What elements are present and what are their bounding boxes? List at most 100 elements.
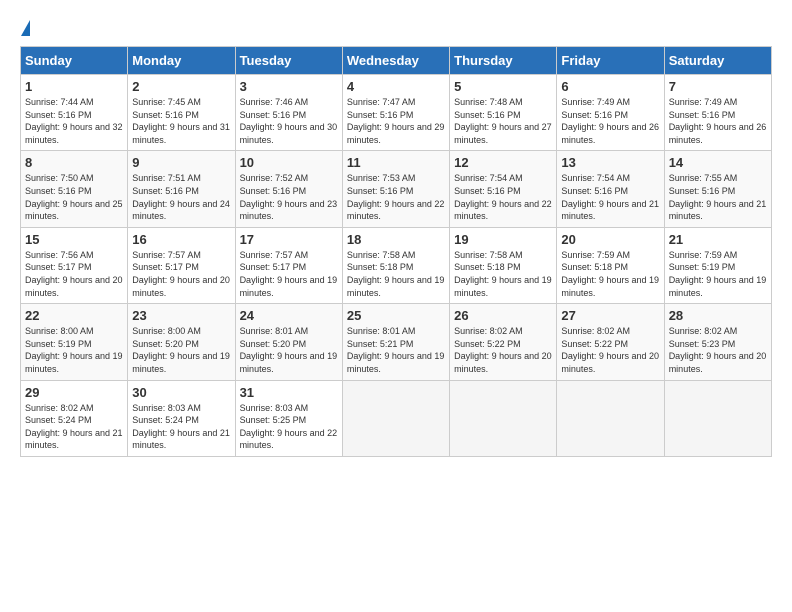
day-number: 15 — [25, 232, 123, 247]
day-number: 22 — [25, 308, 123, 323]
day-info: Sunrise: 8:03 AMSunset: 5:25 PMDaylight:… — [240, 403, 338, 451]
day-info: Sunrise: 7:59 AMSunset: 5:18 PMDaylight:… — [561, 250, 659, 298]
calendar-cell — [557, 380, 664, 456]
day-number: 27 — [561, 308, 659, 323]
calendar-cell: 4 Sunrise: 7:47 AMSunset: 5:16 PMDayligh… — [342, 75, 449, 151]
calendar-cell: 13 Sunrise: 7:54 AMSunset: 5:16 PMDaylig… — [557, 151, 664, 227]
calendar-cell: 6 Sunrise: 7:49 AMSunset: 5:16 PMDayligh… — [557, 75, 664, 151]
day-info: Sunrise: 8:02 AMSunset: 5:23 PMDaylight:… — [669, 326, 767, 374]
day-number: 29 — [25, 385, 123, 400]
calendar-week-5: 29 Sunrise: 8:02 AMSunset: 5:24 PMDaylig… — [21, 380, 772, 456]
day-number: 5 — [454, 79, 552, 94]
day-number: 28 — [669, 308, 767, 323]
day-number: 14 — [669, 155, 767, 170]
day-info: Sunrise: 7:49 AMSunset: 5:16 PMDaylight:… — [561, 97, 659, 145]
day-info: Sunrise: 7:54 AMSunset: 5:16 PMDaylight:… — [561, 173, 659, 221]
day-info: Sunrise: 7:57 AMSunset: 5:17 PMDaylight:… — [240, 250, 338, 298]
day-number: 11 — [347, 155, 445, 170]
calendar-cell — [450, 380, 557, 456]
day-number: 6 — [561, 79, 659, 94]
day-info: Sunrise: 7:56 AMSunset: 5:17 PMDaylight:… — [25, 250, 123, 298]
calendar-cell: 28 Sunrise: 8:02 AMSunset: 5:23 PMDaylig… — [664, 304, 771, 380]
page-header — [20, 20, 772, 36]
calendar-cell: 18 Sunrise: 7:58 AMSunset: 5:18 PMDaylig… — [342, 227, 449, 303]
day-info: Sunrise: 7:44 AMSunset: 5:16 PMDaylight:… — [25, 97, 123, 145]
calendar-cell — [342, 380, 449, 456]
day-number: 17 — [240, 232, 338, 247]
calendar-cell: 24 Sunrise: 8:01 AMSunset: 5:20 PMDaylig… — [235, 304, 342, 380]
day-info: Sunrise: 7:49 AMSunset: 5:16 PMDaylight:… — [669, 97, 767, 145]
calendar-week-2: 8 Sunrise: 7:50 AMSunset: 5:16 PMDayligh… — [21, 151, 772, 227]
day-info: Sunrise: 7:47 AMSunset: 5:16 PMDaylight:… — [347, 97, 445, 145]
calendar-cell: 23 Sunrise: 8:00 AMSunset: 5:20 PMDaylig… — [128, 304, 235, 380]
day-info: Sunrise: 8:02 AMSunset: 5:24 PMDaylight:… — [25, 403, 123, 451]
day-info: Sunrise: 7:59 AMSunset: 5:19 PMDaylight:… — [669, 250, 767, 298]
day-info: Sunrise: 8:03 AMSunset: 5:24 PMDaylight:… — [132, 403, 230, 451]
day-number: 12 — [454, 155, 552, 170]
calendar-cell: 21 Sunrise: 7:59 AMSunset: 5:19 PMDaylig… — [664, 227, 771, 303]
column-header-monday: Monday — [128, 47, 235, 75]
calendar-cell: 14 Sunrise: 7:55 AMSunset: 5:16 PMDaylig… — [664, 151, 771, 227]
day-number: 30 — [132, 385, 230, 400]
calendar-cell: 7 Sunrise: 7:49 AMSunset: 5:16 PMDayligh… — [664, 75, 771, 151]
calendar-cell: 12 Sunrise: 7:54 AMSunset: 5:16 PMDaylig… — [450, 151, 557, 227]
day-info: Sunrise: 8:00 AMSunset: 5:20 PMDaylight:… — [132, 326, 230, 374]
day-info: Sunrise: 7:57 AMSunset: 5:17 PMDaylight:… — [132, 250, 230, 298]
day-number: 19 — [454, 232, 552, 247]
day-number: 9 — [132, 155, 230, 170]
calendar-cell: 30 Sunrise: 8:03 AMSunset: 5:24 PMDaylig… — [128, 380, 235, 456]
calendar-cell: 31 Sunrise: 8:03 AMSunset: 5:25 PMDaylig… — [235, 380, 342, 456]
calendar-cell: 17 Sunrise: 7:57 AMSunset: 5:17 PMDaylig… — [235, 227, 342, 303]
day-info: Sunrise: 7:50 AMSunset: 5:16 PMDaylight:… — [25, 173, 123, 221]
calendar-week-4: 22 Sunrise: 8:00 AMSunset: 5:19 PMDaylig… — [21, 304, 772, 380]
calendar-cell: 3 Sunrise: 7:46 AMSunset: 5:16 PMDayligh… — [235, 75, 342, 151]
calendar-cell: 1 Sunrise: 7:44 AMSunset: 5:16 PMDayligh… — [21, 75, 128, 151]
day-info: Sunrise: 7:58 AMSunset: 5:18 PMDaylight:… — [347, 250, 445, 298]
day-info: Sunrise: 7:46 AMSunset: 5:16 PMDaylight:… — [240, 97, 338, 145]
day-info: Sunrise: 7:48 AMSunset: 5:16 PMDaylight:… — [454, 97, 552, 145]
calendar-cell: 15 Sunrise: 7:56 AMSunset: 5:17 PMDaylig… — [21, 227, 128, 303]
logo — [20, 20, 30, 36]
day-info: Sunrise: 7:58 AMSunset: 5:18 PMDaylight:… — [454, 250, 552, 298]
calendar-cell: 8 Sunrise: 7:50 AMSunset: 5:16 PMDayligh… — [21, 151, 128, 227]
day-info: Sunrise: 8:01 AMSunset: 5:21 PMDaylight:… — [347, 326, 445, 374]
day-number: 10 — [240, 155, 338, 170]
calendar-cell: 29 Sunrise: 8:02 AMSunset: 5:24 PMDaylig… — [21, 380, 128, 456]
day-info: Sunrise: 7:45 AMSunset: 5:16 PMDaylight:… — [132, 97, 230, 145]
day-number: 3 — [240, 79, 338, 94]
day-info: Sunrise: 8:02 AMSunset: 5:22 PMDaylight:… — [454, 326, 552, 374]
day-info: Sunrise: 7:53 AMSunset: 5:16 PMDaylight:… — [347, 173, 445, 221]
column-header-sunday: Sunday — [21, 47, 128, 75]
day-number: 7 — [669, 79, 767, 94]
day-number: 18 — [347, 232, 445, 247]
day-info: Sunrise: 7:55 AMSunset: 5:16 PMDaylight:… — [669, 173, 767, 221]
day-number: 16 — [132, 232, 230, 247]
day-number: 1 — [25, 79, 123, 94]
day-info: Sunrise: 7:54 AMSunset: 5:16 PMDaylight:… — [454, 173, 552, 221]
calendar-cell — [664, 380, 771, 456]
calendar-cell: 9 Sunrise: 7:51 AMSunset: 5:16 PMDayligh… — [128, 151, 235, 227]
day-number: 2 — [132, 79, 230, 94]
day-number: 4 — [347, 79, 445, 94]
calendar-cell: 10 Sunrise: 7:52 AMSunset: 5:16 PMDaylig… — [235, 151, 342, 227]
day-info: Sunrise: 8:02 AMSunset: 5:22 PMDaylight:… — [561, 326, 659, 374]
day-number: 26 — [454, 308, 552, 323]
calendar-cell: 11 Sunrise: 7:53 AMSunset: 5:16 PMDaylig… — [342, 151, 449, 227]
calendar-cell: 25 Sunrise: 8:01 AMSunset: 5:21 PMDaylig… — [342, 304, 449, 380]
calendar-cell: 22 Sunrise: 8:00 AMSunset: 5:19 PMDaylig… — [21, 304, 128, 380]
calendar-cell: 5 Sunrise: 7:48 AMSunset: 5:16 PMDayligh… — [450, 75, 557, 151]
column-header-saturday: Saturday — [664, 47, 771, 75]
day-number: 31 — [240, 385, 338, 400]
day-number: 25 — [347, 308, 445, 323]
logo-triangle-icon — [21, 20, 30, 36]
day-number: 24 — [240, 308, 338, 323]
day-number: 23 — [132, 308, 230, 323]
day-info: Sunrise: 8:01 AMSunset: 5:20 PMDaylight:… — [240, 326, 338, 374]
column-header-thursday: Thursday — [450, 47, 557, 75]
day-number: 21 — [669, 232, 767, 247]
calendar-week-3: 15 Sunrise: 7:56 AMSunset: 5:17 PMDaylig… — [21, 227, 772, 303]
day-number: 20 — [561, 232, 659, 247]
day-number: 8 — [25, 155, 123, 170]
day-info: Sunrise: 7:52 AMSunset: 5:16 PMDaylight:… — [240, 173, 338, 221]
calendar-cell: 19 Sunrise: 7:58 AMSunset: 5:18 PMDaylig… — [450, 227, 557, 303]
